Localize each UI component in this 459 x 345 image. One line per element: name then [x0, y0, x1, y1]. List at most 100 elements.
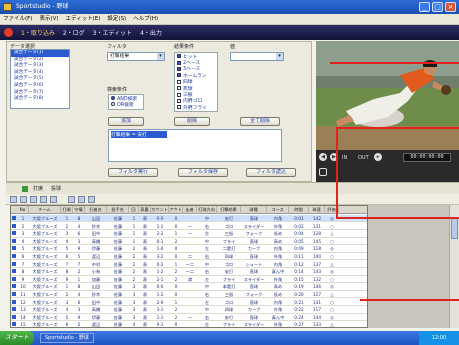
- table-row[interactable]: 14 大阪ブルーズ 5 9 伊藤 佐藤 3 表 1-1 2 一右安打 直球 真ん中 0:24 144 ◎: [11, 314, 367, 322]
- minimize-button[interactable]: _: [419, 2, 430, 12]
- radio-or[interactable]: OR検索: [111, 101, 143, 108]
- row-selector-icon[interactable]: [12, 246, 16, 251]
- row-selector-icon[interactable]: [12, 238, 16, 243]
- table-cell[interactable]: 四球: [217, 253, 241, 260]
- table-cell[interactable]: 田中: [85, 230, 107, 237]
- table-cell[interactable]: 渡辺: [85, 321, 107, 327]
- table-cell[interactable]: 0:05: [289, 238, 309, 245]
- table-cell[interactable]: 佐藤: [107, 238, 129, 245]
- row-selector-icon[interactable]: [12, 223, 16, 228]
- table-cell[interactable]: 2-2: [151, 230, 169, 237]
- condition-list[interactable]: 打撃結果 = 安打: [108, 129, 282, 162]
- table-cell[interactable]: 2: [169, 314, 183, 321]
- table-cell[interactable]: 3-1: [151, 306, 169, 313]
- table-cell[interactable]: ◎: [325, 283, 339, 290]
- table-cell[interactable]: 一二: [183, 261, 197, 268]
- table-cell[interactable]: 満: [183, 276, 197, 283]
- table-row[interactable]: 5 大阪ブルーズ 5 9 伊藤 佐藤 2 表 1-0 0 左二塁打 カーブ 内角 0:09 118 ◎: [11, 245, 367, 253]
- table-cell[interactable]: ○: [325, 299, 339, 306]
- table-cell[interactable]: 0: [169, 245, 183, 252]
- table-cell[interactable]: 15: [17, 321, 29, 327]
- table-cell[interactable]: 表: [139, 276, 151, 283]
- table-cell[interactable]: 大阪ブルーズ: [29, 215, 61, 222]
- tab-at-bat[interactable]: 打席: [30, 184, 46, 194]
- filter-save-button[interactable]: フィルタ保存: [178, 168, 228, 177]
- table-cell[interactable]: 1-2: [151, 291, 169, 298]
- column-header[interactable]: 打撃結果: [217, 206, 241, 214]
- table-cell[interactable]: 143: [309, 268, 325, 275]
- row-selector-icon[interactable]: [12, 322, 16, 327]
- table-cell[interactable]: 2: [129, 253, 139, 260]
- table-cell[interactable]: 直球: [241, 253, 267, 260]
- table-cell[interactable]: 131: [309, 223, 325, 230]
- table-cell[interactable]: 大阪ブルーズ: [29, 223, 61, 230]
- table-cell[interactable]: 高め: [267, 283, 289, 290]
- table-cell[interactable]: シュート: [241, 261, 267, 268]
- table-cell[interactable]: 1: [129, 230, 139, 237]
- table-cell[interactable]: 安打: [217, 314, 241, 321]
- table-cell[interactable]: 3: [73, 238, 85, 245]
- table-cell[interactable]: 中村: [85, 261, 107, 268]
- step-forward-button[interactable]: ▸: [374, 153, 382, 161]
- table-cell[interactable]: 表: [139, 215, 151, 222]
- table-cell[interactable]: 内角: [267, 215, 289, 222]
- table-cell[interactable]: 一二: [183, 268, 197, 275]
- list-item[interactable]: 試合データ(8): [11, 96, 69, 103]
- table-cell[interactable]: 14: [17, 314, 29, 321]
- table-cell[interactable]: 7: [61, 261, 73, 268]
- table-cell[interactable]: 表: [139, 291, 151, 298]
- table-cell[interactable]: △: [325, 291, 339, 298]
- row-selector-icon[interactable]: [12, 299, 16, 304]
- chart-icon[interactable]: [78, 196, 85, 203]
- table-cell[interactable]: 0-1: [151, 238, 169, 245]
- table-cell[interactable]: 佐藤: [107, 314, 129, 321]
- table-row[interactable]: 6 大阪ブルーズ 6 5 渡辺 佐藤 2 表 3-2 0 二右四球 直球 外角 0:11 140 ○: [11, 253, 367, 261]
- column-header[interactable]: カウント: [151, 206, 169, 214]
- step-edit[interactable]: 3・エディット: [93, 28, 132, 37]
- row-selector-icon[interactable]: [12, 307, 16, 312]
- table-cell[interactable]: 4: [129, 321, 139, 327]
- filter-field-dropdown[interactable]: 打撃結果 ▾: [107, 52, 165, 61]
- table-cell[interactable]: 1: [61, 215, 73, 222]
- table-cell[interactable]: 佐藤: [107, 291, 129, 298]
- table-cell[interactable]: フライ: [217, 276, 241, 283]
- table-cell[interactable]: 0: [169, 215, 183, 222]
- table-cell[interactable]: 一: [183, 230, 197, 237]
- table-cell[interactable]: △: [325, 321, 339, 327]
- table-cell[interactable]: 右: [197, 314, 217, 321]
- table-cell[interactable]: ◎: [325, 268, 339, 275]
- table-cell[interactable]: 9: [17, 276, 29, 283]
- table-cell[interactable]: 2: [129, 261, 139, 268]
- table-cell[interactable]: 0:12: [289, 261, 309, 268]
- table-cell[interactable]: 小林: [85, 268, 107, 275]
- table-cell[interactable]: [183, 283, 197, 290]
- table-cell[interactable]: 本塁打: [217, 283, 241, 290]
- table-cell[interactable]: 118: [309, 245, 325, 252]
- table-row[interactable]: 3 大阪ブルーズ 3 6 田中 佐藤 1 表 2-2 1 一左三振 フォーク 低め 0:04 128 △: [11, 230, 367, 238]
- table-row[interactable]: 2 大阪ブルーズ 2 4 鈴木 佐藤 1 表 1-1 0 一右ゴロ スライダー 外角 0:02 131 ○: [11, 223, 367, 230]
- table-cell[interactable]: 安打: [217, 268, 241, 275]
- table-cell[interactable]: 3: [129, 306, 139, 313]
- table-cell[interactable]: 4: [61, 306, 73, 313]
- table-cell[interactable]: 3: [129, 299, 139, 306]
- table-cell[interactable]: 128: [309, 230, 325, 237]
- table-cell[interactable]: [183, 245, 197, 252]
- table-cell[interactable]: 大阪ブルーズ: [29, 261, 61, 268]
- table-cell[interactable]: 8: [73, 283, 85, 290]
- table-cell[interactable]: 1: [73, 276, 85, 283]
- table-cell[interactable]: 大阪ブルーズ: [29, 238, 61, 245]
- table-cell[interactable]: 表: [139, 299, 151, 306]
- table-cell[interactable]: 1: [17, 215, 29, 222]
- table-cell[interactable]: 2: [129, 245, 139, 252]
- table-cell[interactable]: 加藤: [85, 276, 107, 283]
- table-cell[interactable]: 右: [197, 268, 217, 275]
- table-cell[interactable]: 0-0: [151, 283, 169, 290]
- table-cell[interactable]: 表: [139, 283, 151, 290]
- table-cell[interactable]: 146: [309, 283, 325, 290]
- table-row[interactable]: 1 大阪ブルーズ 1 8 山田 佐藤 1 表 0-0 0 中安打 直球 内角 0:01 142 ◎: [11, 215, 367, 223]
- table-cell[interactable]: 左: [197, 276, 217, 283]
- column-header[interactable]: 球速: [309, 206, 325, 214]
- table-cell[interactable]: カーブ: [241, 306, 267, 313]
- step-import[interactable]: 1・取り込み: [21, 28, 55, 37]
- table-cell[interactable]: 4: [17, 238, 29, 245]
